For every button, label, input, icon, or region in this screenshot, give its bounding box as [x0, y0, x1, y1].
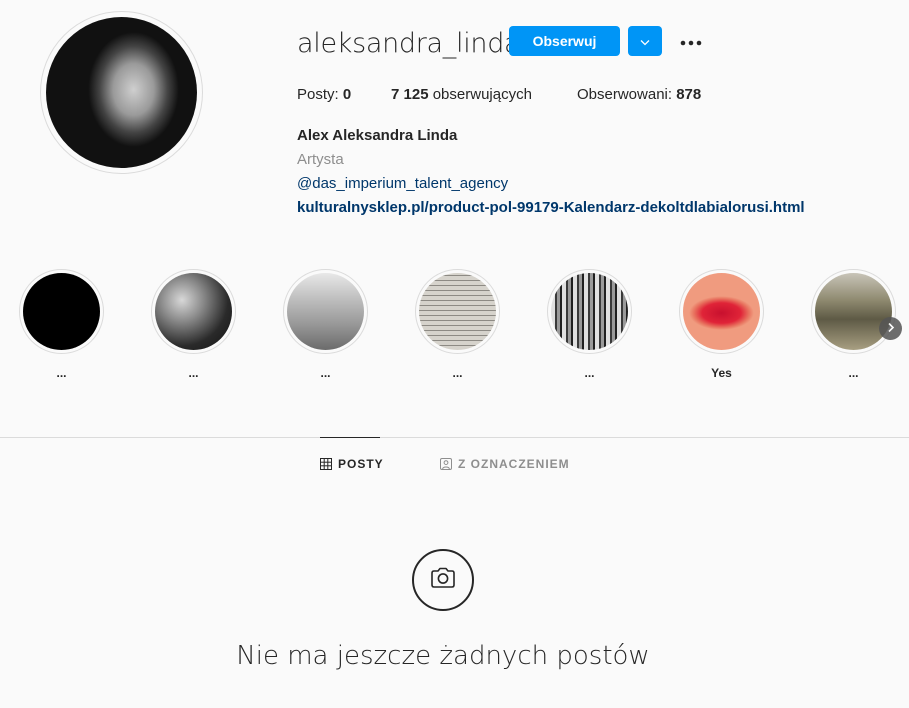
highlight-label: ...: [188, 366, 199, 380]
stat-posts-value: 0: [342, 86, 352, 103]
highlight-ring: [151, 269, 236, 354]
highlight-label: ...: [56, 366, 67, 380]
story-highlight[interactable]: Yes: [679, 269, 764, 382]
highlight-label: ...: [584, 366, 595, 380]
highlight-label: ...: [452, 366, 463, 380]
highlights-next-button[interactable]: [879, 317, 902, 340]
highlight-cover: [551, 273, 628, 350]
profile-full-name: Alex Aleksandra Linda: [297, 127, 458, 144]
follow-button[interactable]: Obserwuj: [509, 26, 620, 56]
camera-icon: [430, 567, 456, 594]
tab-posts-label: POSTY: [338, 457, 384, 471]
stat-following[interactable]: Obserwowani: 878: [577, 86, 701, 103]
stat-followers-label: obserwujących: [428, 86, 532, 103]
tagged-icon: [440, 457, 452, 470]
profile-username: aleksandra_linda: [297, 28, 521, 59]
highlight-cover: [815, 273, 892, 350]
highlight-label: ...: [320, 366, 331, 380]
profile-avatar[interactable]: [46, 17, 197, 168]
ellipsis-icon: [680, 34, 702, 49]
highlight-ring: [547, 269, 632, 354]
story-highlight[interactable]: ...: [547, 269, 632, 382]
story-highlight[interactable]: ...: [151, 269, 236, 382]
tab-posts[interactable]: POSTY: [320, 437, 383, 490]
grid-icon: [320, 458, 332, 470]
story-highlight[interactable]: ...: [19, 269, 104, 382]
suggested-dropdown-button[interactable]: [628, 26, 662, 56]
highlight-cover: [23, 273, 100, 350]
stat-posts: Posty: 0: [297, 86, 351, 103]
bio-mention-link[interactable]: @das_imperium_talent_agency: [297, 175, 508, 192]
empty-state-circle: [412, 549, 474, 611]
highlight-ring: [283, 269, 368, 354]
highlight-cover: [683, 273, 760, 350]
story-highlight[interactable]: ...: [283, 269, 368, 382]
tab-tagged[interactable]: Z OZNACZENIEM: [440, 437, 570, 490]
chevron-down-icon: [640, 34, 650, 49]
stat-following-value: 878: [676, 86, 702, 103]
highlight-cover: [287, 273, 364, 350]
chevron-right-icon: [887, 321, 895, 336]
highlight-cover: [155, 273, 232, 350]
highlight-label: ...: [848, 366, 859, 380]
story-highlight[interactable]: ...: [415, 269, 500, 382]
profile-category: Artysta: [297, 151, 344, 168]
empty-state-text: Nie ma jeszcze żadnych postów: [236, 641, 650, 671]
stat-followers-value: 7 125: [391, 86, 429, 103]
highlight-ring: [19, 269, 104, 354]
highlight-ring: [811, 269, 896, 354]
highlight-ring: [679, 269, 764, 354]
stat-posts-label: Posty:: [297, 86, 343, 103]
highlight-cover: [419, 273, 496, 350]
stat-following-label: Obserwowani:: [577, 86, 677, 103]
tab-tagged-label: Z OZNACZENIEM: [458, 456, 570, 471]
highlight-label: Yes: [711, 366, 732, 380]
more-options-button[interactable]: [676, 27, 706, 55]
profile-avatar-ring[interactable]: [40, 11, 203, 174]
highlight-ring: [415, 269, 500, 354]
stat-followers[interactable]: 7 125 obserwujących: [391, 86, 532, 103]
website-link[interactable]: kulturalnysklep.pl/product-pol-99179-Kal…: [297, 199, 805, 216]
